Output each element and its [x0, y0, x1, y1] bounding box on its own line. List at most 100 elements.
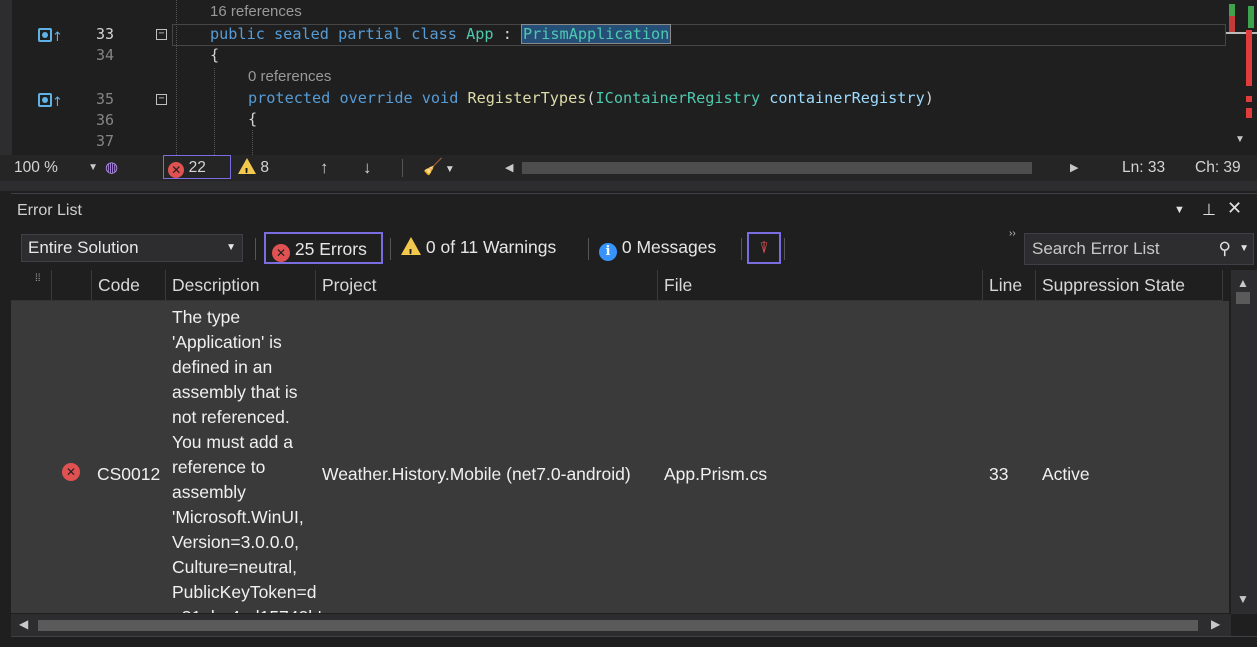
divider: [741, 238, 742, 260]
column-indicator[interactable]: Ch: 39: [1195, 155, 1255, 181]
filter-toggle-button[interactable]: ⍒: [747, 232, 781, 264]
column-header-project[interactable]: Project: [316, 270, 658, 300]
messages-label: 0 Messages: [621, 237, 717, 257]
cell-file: App.Prism.cs: [664, 464, 768, 484]
error-icon: ✕: [272, 244, 290, 262]
icon-column-header[interactable]: ⁞⁞: [11, 270, 52, 300]
messages-filter-button[interactable]: i 0 Messages: [599, 232, 739, 264]
pin-icon[interactable]: ⊥: [1202, 200, 1216, 220]
panel-title: Error List: [17, 202, 82, 219]
error-icon: ✕: [62, 463, 80, 481]
column-header-suppression[interactable]: Suppression State: [1036, 270, 1223, 300]
type-name: App: [466, 25, 494, 43]
keyword: sealed: [274, 25, 329, 43]
warnings-label: 0 of 11 Warnings: [425, 237, 557, 257]
keyword: protected: [248, 89, 331, 107]
chevron-down-icon: ▼: [226, 242, 236, 253]
column-header-code[interactable]: Code: [91, 270, 166, 300]
filter-icon: ⍒: [759, 240, 769, 257]
collapse-icon[interactable]: −: [156, 94, 167, 105]
info-icon: i: [599, 243, 617, 261]
scope-dropdown[interactable]: Entire Solution ▼: [21, 234, 243, 262]
line-number: 33: [95, 25, 114, 43]
line-number: 36: [95, 111, 114, 129]
column-header-description[interactable]: Description: [166, 270, 316, 300]
errors-filter-button[interactable]: ✕ 25 Errors: [264, 232, 383, 264]
grid-horizontal-scrollbar[interactable]: ◀ ▶: [11, 614, 1231, 636]
line-number: 37: [95, 132, 114, 150]
indent-guide: [252, 130, 253, 155]
line-indicator[interactable]: Ln: 33: [1122, 155, 1182, 181]
error-list-panel: Error List ▼ ⊥ ✕ Entire Solution ▼ ✕ 25 E…: [11, 193, 1257, 647]
code-cleanup-button[interactable]: 🧹 ▼: [423, 155, 463, 181]
scope-value: Entire Solution: [28, 238, 139, 257]
editor-overview-scrollbar[interactable]: ▼: [1226, 0, 1257, 155]
copilot-icon[interactable]: ◍: [105, 155, 127, 181]
error-count: 22: [188, 159, 206, 176]
keyword: override: [339, 89, 413, 107]
search-icon: ⚲: [1218, 239, 1231, 258]
change-marker: [1248, 6, 1254, 28]
zoom-level: 100 %: [14, 159, 58, 176]
previous-issue-button[interactable]: ↑: [320, 155, 336, 181]
scrollbar-thumb[interactable]: [1236, 292, 1250, 304]
keyword: void: [421, 89, 459, 107]
errors-label: 25 Errors: [294, 239, 367, 259]
indent-guide: [214, 68, 215, 155]
scroll-up-icon[interactable]: ▲: [1237, 276, 1249, 290]
cell-description: The type 'Application' is defined in an …: [172, 307, 321, 613]
editor-left-margin: [0, 0, 12, 155]
scroll-left-icon[interactable]: ◀: [505, 155, 513, 181]
warnings-filter-button[interactable]: 0 of 11 Warnings: [401, 232, 581, 269]
param-name: containerRegistry: [769, 89, 925, 107]
code-line-35[interactable]: protected override void RegisterTypes(IC…: [248, 88, 934, 109]
keyword: public: [210, 25, 265, 43]
paren: ): [924, 89, 934, 107]
warning-count-button[interactable]: 8: [238, 155, 278, 186]
divider: [255, 238, 256, 260]
scroll-right-icon[interactable]: ▶: [1211, 617, 1220, 631]
divider: [402, 159, 403, 177]
paren: (: [586, 89, 596, 107]
overflow-icon[interactable]: ››: [1009, 228, 1016, 239]
error-count-button[interactable]: ✕ 22: [163, 155, 231, 179]
scroll-right-icon[interactable]: ▶: [1070, 155, 1078, 181]
caret-marker: [1226, 32, 1257, 34]
column-header-file[interactable]: File: [658, 270, 983, 300]
window-menu-icon[interactable]: ▼: [1174, 204, 1185, 216]
error-icon: ✕: [168, 162, 185, 178]
column-header-line[interactable]: Line: [983, 270, 1036, 300]
next-issue-button[interactable]: ↓: [363, 155, 379, 181]
collapse-icon[interactable]: −: [156, 29, 167, 40]
error-list-toolbar: Entire Solution ▼ ✕ 25 Errors 0 of 11 War…: [11, 228, 1257, 269]
scroll-down-icon[interactable]: ▼: [1237, 592, 1249, 606]
cell-project: Weather.History.Mobile (net7.0-android): [322, 464, 631, 484]
search-input[interactable]: Search Error List ⚲ ▼: [1024, 233, 1254, 265]
grid-body: ✕ CS0012 The type 'Application' is defin…: [11, 301, 1229, 613]
table-row[interactable]: ✕ CS0012 The type 'Application' is defin…: [11, 301, 1229, 613]
implements-icon[interactable]: ↑: [38, 92, 64, 110]
divider: [588, 238, 589, 260]
method-name: RegisterTypes: [467, 89, 587, 107]
warning-icon: [401, 237, 421, 269]
code-editor[interactable]: 16 references ↑ 33 − public sealed parti…: [0, 0, 1257, 155]
editor-horizontal-scrollbar[interactable]: ◀ ▶: [505, 155, 1081, 181]
scroll-left-icon[interactable]: ◀: [19, 617, 28, 631]
scrollbar-thumb[interactable]: [38, 620, 1198, 631]
code-line-36[interactable]: {: [248, 109, 257, 130]
code-line-34[interactable]: {: [210, 45, 219, 66]
colon: :: [493, 25, 521, 43]
code-line-33[interactable]: public sealed partial class App : PrismA…: [210, 24, 672, 45]
zoom-dropdown[interactable]: 100 % ▼: [14, 155, 98, 181]
close-icon[interactable]: ✕: [1227, 198, 1242, 219]
pane-splitter[interactable]: [0, 181, 1257, 191]
codelens-references[interactable]: 0 references: [248, 68, 331, 85]
grid-vertical-scrollbar[interactable]: ▲ ▼: [1231, 270, 1257, 614]
implements-icon[interactable]: ↑: [38, 27, 64, 45]
panel-bottom-edge: [11, 636, 1257, 647]
scroll-down-icon[interactable]: ▼: [1235, 134, 1245, 145]
scrollbar-thumb[interactable]: [522, 162, 1032, 174]
divider: [390, 238, 391, 260]
divider: [784, 238, 785, 260]
codelens-references[interactable]: 16 references: [210, 3, 302, 20]
